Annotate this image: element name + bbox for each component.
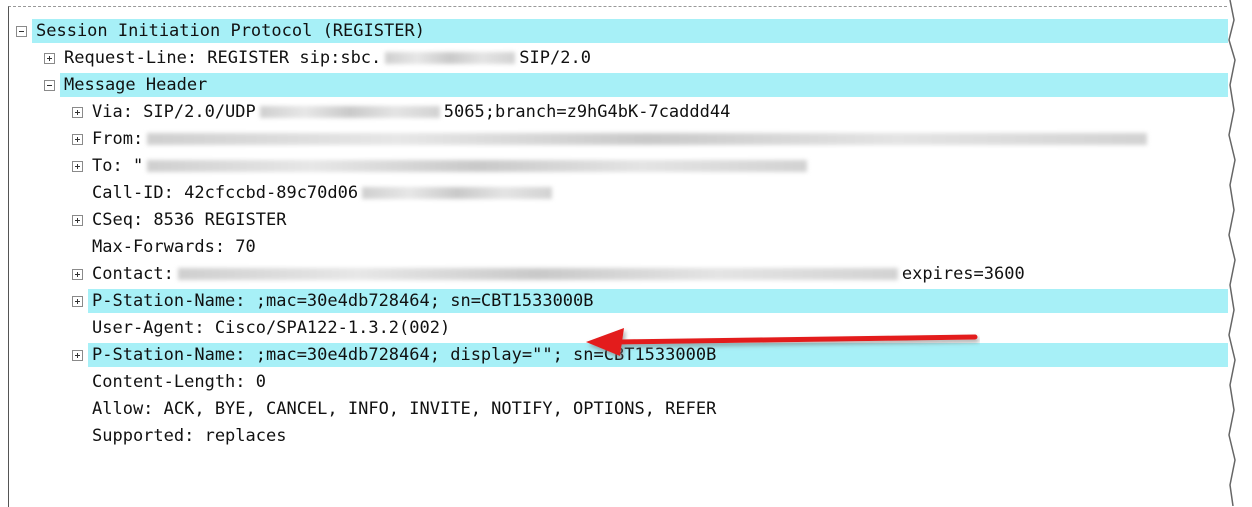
- tree-row-content-length[interactable]: Content-Length: 0: [12, 369, 1232, 396]
- expand-icon[interactable]: [72, 107, 83, 118]
- tree-row-via[interactable]: Via: SIP/2.0/UDP 5065;branch=z9hG4bK-7cad…: [12, 99, 1232, 126]
- tree-row-message-header[interactable]: Message Header: [12, 72, 1244, 99]
- expand-icon[interactable]: [72, 350, 83, 361]
- annotation-arrow-icon: [586, 328, 978, 356]
- tree-row-request-line[interactable]: Request-Line: REGISTER sip:sbc. SIP/2.0: [12, 45, 1232, 72]
- cseq-label: CSeq: 8536 REGISTER: [92, 210, 287, 230]
- user-agent-label: User-Agent: Cisco/SPA122-1.3.2(002): [92, 318, 451, 338]
- packet-tree: Session Initiation Protocol (REGISTER) R…: [12, 18, 1244, 450]
- tree-row-call-id[interactable]: Call-ID: 42cfccbd-89c70d06: [12, 180, 1232, 207]
- max-forwards-label: Max-Forwards: 70: [92, 237, 256, 257]
- sip-root-label: Session Initiation Protocol (REGISTER): [36, 21, 425, 41]
- supported-label: Supported: replaces: [92, 426, 287, 446]
- expand-icon[interactable]: [72, 134, 83, 145]
- expand-icon[interactable]: [44, 53, 55, 64]
- tree-row-to[interactable]: To: ": [12, 153, 1232, 180]
- collapse-icon[interactable]: [16, 26, 27, 37]
- from-label: From:: [92, 126, 1151, 153]
- tree-row-cseq[interactable]: CSeq: 8536 REGISTER: [12, 207, 1232, 234]
- expand-icon[interactable]: [72, 215, 83, 226]
- via-label: Via: SIP/2.0/UDP 5065;branch=z9hG4bK-7cad…: [92, 102, 731, 122]
- p-station-name-label: P-Station-Name: ;mac=30e4db728464; sn=CB…: [92, 291, 594, 311]
- collapse-icon[interactable]: [44, 80, 55, 91]
- call-id-label: Call-ID: 42cfccbd-89c70d06: [92, 180, 556, 207]
- tree-row-contact[interactable]: Contact: expires=3600: [12, 261, 1232, 288]
- expand-icon[interactable]: [72, 296, 83, 307]
- tree-row-allow[interactable]: Allow: ACK, BYE, CANCEL, INFO, INVITE, N…: [12, 396, 1232, 423]
- to-label: To: ": [92, 153, 811, 180]
- tree-row-supported[interactable]: Supported: replaces: [12, 423, 1232, 450]
- tree-row-from[interactable]: From:: [12, 126, 1232, 153]
- tree-row-p-station-name[interactable]: P-Station-Name: ;mac=30e4db728464; sn=CB…: [12, 288, 1244, 315]
- torn-edge: [1228, 0, 1252, 506]
- tree-row-max-forwards[interactable]: Max-Forwards: 70: [12, 234, 1232, 261]
- request-line-label: Request-Line: REGISTER sip:sbc. SIP/2.0: [64, 48, 591, 68]
- message-header-label: Message Header: [64, 75, 208, 95]
- contact-label: Contact: expires=3600: [92, 264, 1025, 284]
- allow-label: Allow: ACK, BYE, CANCEL, INFO, INVITE, N…: [92, 399, 717, 419]
- expand-icon[interactable]: [72, 269, 83, 280]
- tree-row-sip-root[interactable]: Session Initiation Protocol (REGISTER): [12, 18, 1244, 45]
- expand-icon[interactable]: [72, 161, 83, 172]
- content-length-label: Content-Length: 0: [92, 372, 266, 392]
